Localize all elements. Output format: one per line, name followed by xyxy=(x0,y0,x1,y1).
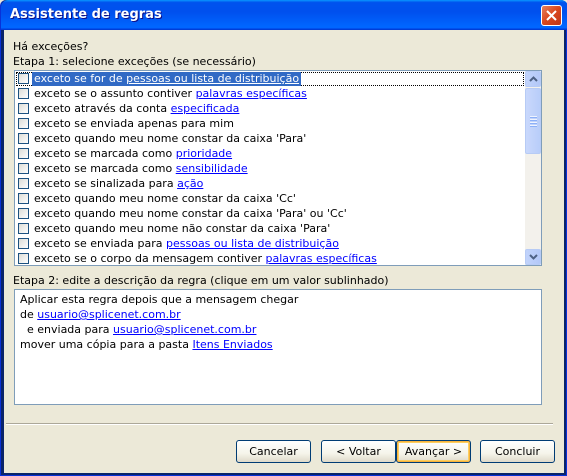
description-text: Aplicar esta regra depois que a mensagem… xyxy=(20,293,299,306)
exception-link[interactable]: prioridade xyxy=(176,147,232,160)
exception-text: exceto se o corpo da mensagem contiver xyxy=(34,252,266,265)
exception-text: exceto se marcada como xyxy=(34,147,176,160)
exception-item[interactable]: exceto se for de pessoas ou lista de dis… xyxy=(16,72,524,86)
exception-text: exceto se enviada apenas para mim xyxy=(34,117,234,130)
exception-text: exceto se for de xyxy=(34,72,127,85)
description-line: Aplicar esta regra depois que a mensagem… xyxy=(20,293,298,307)
exception-label: exceto se marcada como sensibilidade xyxy=(32,162,250,176)
bottom-separator xyxy=(6,423,553,425)
exceptions-question: Há exceções? xyxy=(13,40,89,53)
exception-checkbox[interactable] xyxy=(18,238,29,249)
exception-link[interactable]: pessoas ou lista de distribuição xyxy=(126,72,299,85)
exception-checkbox[interactable] xyxy=(18,88,29,99)
exception-text: exceto se o assunto contiver xyxy=(34,87,196,100)
exception-item[interactable]: exceto quando meu nome constar da caixa … xyxy=(16,192,524,206)
exception-label: exceto se o corpo da mensagem contiver p… xyxy=(32,252,379,265)
exception-link[interactable]: sensibilidade xyxy=(176,162,248,175)
exception-text: exceto se sinalizada para xyxy=(34,177,178,190)
exception-label: exceto quando meu nome constar da caixa … xyxy=(32,132,308,146)
exception-label: exceto quando meu nome constar da caixa … xyxy=(32,207,349,221)
chevron-up-icon xyxy=(529,76,538,82)
description-line: de usuario@splicenet.com.br xyxy=(20,308,181,322)
exception-checkbox[interactable] xyxy=(18,223,29,234)
exception-checkbox[interactable] xyxy=(18,208,29,219)
exception-link[interactable]: palavras específicas xyxy=(266,252,377,265)
step1-label: Etapa 1: selecione exceções (se necessár… xyxy=(13,55,256,68)
scroll-down-button[interactable] xyxy=(525,249,541,265)
exception-checkbox[interactable] xyxy=(18,133,29,144)
description-text: de xyxy=(20,308,38,321)
exception-checkbox[interactable] xyxy=(18,148,29,159)
exception-checkbox[interactable] xyxy=(18,253,29,264)
exception-label: exceto se marcada como prioridade xyxy=(32,147,234,161)
exception-label: exceto se sinalizada para ação xyxy=(32,177,205,191)
next-button[interactable]: Avançar > xyxy=(396,440,471,463)
window-title: Assistente de regras xyxy=(10,7,162,22)
exception-item[interactable]: exceto quando meu nome constar da caixa … xyxy=(16,207,524,221)
exception-label: exceto quando meu nome não constar da ca… xyxy=(32,222,332,236)
exceptions-list[interactable]: exceto se for de pessoas ou lista de dis… xyxy=(14,70,542,266)
exception-checkbox[interactable] xyxy=(18,103,29,114)
exception-item[interactable]: exceto quando meu nome constar da caixa … xyxy=(16,132,524,146)
description-link[interactable]: Itens Enviados xyxy=(192,338,272,351)
exception-item[interactable]: exceto se marcada como prioridade xyxy=(16,147,524,161)
exception-checkbox[interactable] xyxy=(18,178,29,189)
exception-label: exceto através da conta especificada xyxy=(32,102,241,116)
exception-label: exceto quando meu nome constar da caixa … xyxy=(32,192,298,206)
exception-label: exceto se enviada para pessoas ou lista … xyxy=(32,237,341,251)
description-text: e enviada para xyxy=(20,323,114,336)
exception-item[interactable]: exceto se o assunto contiver palavras es… xyxy=(16,87,524,101)
exception-label: exceto se enviada apenas para mim xyxy=(32,117,236,131)
dialog-body: Há exceções? Etapa 1: selecione exceções… xyxy=(4,30,564,473)
description-link[interactable]: usuario@splicenet.com.br xyxy=(37,308,180,321)
back-button[interactable]: < Voltar xyxy=(321,440,396,463)
rule-description-box: Aplicar esta regra depois que a mensagem… xyxy=(14,289,542,405)
exception-text: exceto se enviada para xyxy=(34,237,166,250)
exception-checkbox[interactable] xyxy=(18,193,29,204)
exception-item[interactable]: exceto quando meu nome não constar da ca… xyxy=(16,222,524,236)
close-button[interactable] xyxy=(541,5,562,26)
exception-item[interactable]: exceto através da conta especificada xyxy=(16,102,524,116)
exception-item[interactable]: exceto se enviada apenas para mim xyxy=(16,117,524,131)
exception-item[interactable]: exceto se sinalizada para ação xyxy=(16,177,524,191)
exception-link[interactable]: especificada xyxy=(171,102,240,115)
exception-link[interactable]: ação xyxy=(177,177,203,190)
description-text: mover uma cópia para a pasta xyxy=(20,338,193,351)
exception-item[interactable]: exceto se o corpo da mensagem contiver p… xyxy=(16,252,524,265)
chevron-down-icon xyxy=(529,254,538,260)
rules-wizard-window: Assistente de regras Há exceções? Etapa … xyxy=(0,0,567,476)
exception-item[interactable]: exceto se enviada para pessoas ou lista … xyxy=(16,237,524,251)
close-icon xyxy=(546,10,557,21)
step2-label: Etapa 2: edite a descrição da regra (cli… xyxy=(13,274,389,287)
scroll-up-button[interactable] xyxy=(525,71,541,87)
description-line: mover uma cópia para a pasta Itens Envia… xyxy=(20,338,273,352)
exception-text: exceto quando meu nome constar da caixa … xyxy=(34,207,347,220)
finish-button[interactable]: Concluir xyxy=(480,440,555,463)
exception-text: exceto quando meu nome não constar da ca… xyxy=(34,222,331,235)
exception-checkbox[interactable] xyxy=(18,118,29,129)
exception-link[interactable]: palavras específicas xyxy=(196,87,307,100)
exception-label: exceto se o assunto contiver palavras es… xyxy=(32,87,309,101)
exception-link[interactable]: pessoas ou lista de distribuição xyxy=(166,237,339,250)
description-link[interactable]: usuario@splicenet.com.br xyxy=(113,323,256,336)
list-scrollbar[interactable] xyxy=(524,71,541,265)
description-line: e enviada para usuario@splicenet.com.br xyxy=(20,323,256,337)
title-bar[interactable]: Assistente de regras xyxy=(1,0,567,30)
exception-checkbox[interactable] xyxy=(18,163,29,174)
exception-checkbox[interactable] xyxy=(18,73,29,84)
exception-text: exceto quando meu nome constar da caixa … xyxy=(34,192,296,205)
scroll-thumb[interactable] xyxy=(525,88,541,154)
exception-label: exceto se for de pessoas ou lista de dis… xyxy=(32,72,302,86)
exception-item[interactable]: exceto se marcada como sensibilidade xyxy=(16,162,524,176)
exception-text: exceto se marcada como xyxy=(34,162,176,175)
exception-text: exceto através da conta xyxy=(34,102,171,115)
cancel-button[interactable]: Cancelar xyxy=(236,440,311,463)
exception-text: exceto quando meu nome constar da caixa … xyxy=(34,132,307,145)
